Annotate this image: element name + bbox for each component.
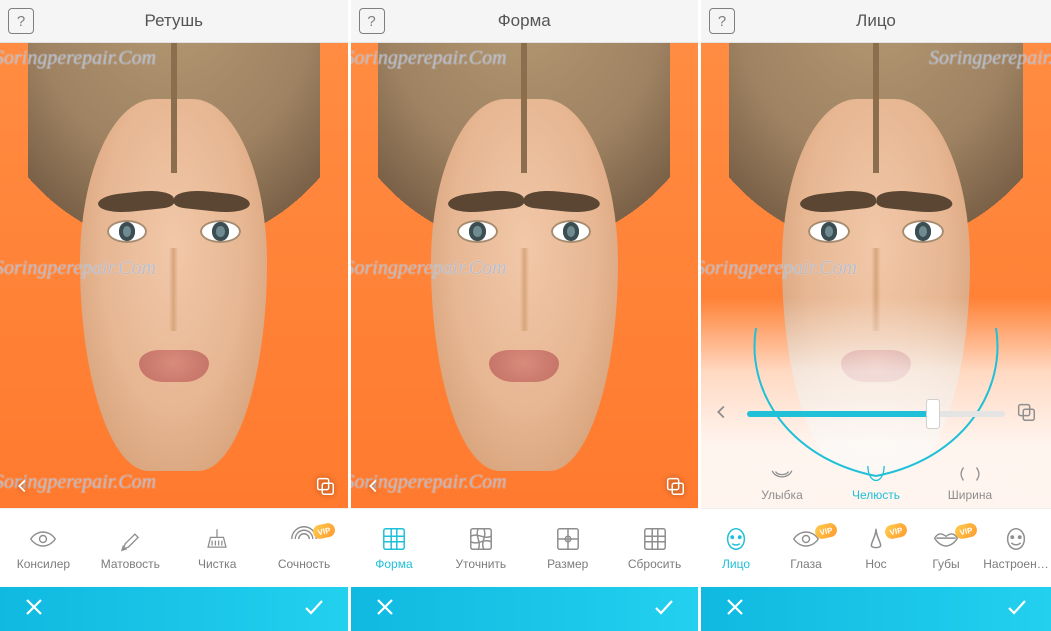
subtool-jaw[interactable]: Челюсть	[843, 463, 909, 502]
panel-face: ? Лицо Soringperepair.Com Soringperepair…	[701, 0, 1051, 631]
eye-icon	[29, 526, 57, 552]
back-arrow-icon[interactable]	[711, 401, 737, 428]
close-icon	[22, 595, 46, 619]
help-button[interactable]: ?	[359, 8, 385, 34]
mood-icon	[1002, 526, 1030, 552]
tool-label: Размер	[547, 557, 588, 571]
confirm-bar	[701, 587, 1051, 631]
slider-fill	[747, 411, 933, 417]
tool-matte[interactable]: Матовость	[95, 526, 165, 571]
panel-retouch: ? Ретушь Soringperepair.Com Soringperepa…	[0, 0, 348, 631]
grid-warp-icon	[467, 526, 495, 552]
apply-button[interactable]	[302, 595, 326, 624]
header: ? Форма	[351, 0, 699, 43]
compare-icon[interactable]	[1015, 401, 1041, 428]
header: ? Ретушь	[0, 0, 348, 43]
close-icon	[373, 595, 397, 619]
tool-concealer[interactable]: Консилер	[8, 526, 78, 571]
photo-canvas[interactable]: Soringperepair.Com Soringperepair.Com So…	[0, 43, 348, 508]
cancel-button[interactable]	[723, 595, 747, 624]
tool-label: Лицо	[722, 557, 750, 571]
photo-canvas[interactable]: Soringperepair.Com Soringperepair.Com	[701, 43, 1051, 508]
check-icon	[1005, 595, 1029, 619]
vip-badge: VIP	[954, 521, 978, 539]
brush-icon	[116, 526, 144, 552]
tool-refine[interactable]: Уточнить	[446, 526, 516, 571]
check-icon	[302, 595, 326, 619]
photo-canvas[interactable]: Soringperepair.Com Soringperepair.Com So…	[351, 43, 699, 508]
help-button[interactable]: ?	[709, 8, 735, 34]
broom-icon	[203, 526, 231, 552]
tool-lips[interactable]: VIP Губы	[911, 526, 981, 571]
face-icon	[722, 526, 750, 552]
tool-face[interactable]: Лицо	[701, 526, 771, 571]
compare-icon[interactable]	[314, 475, 336, 502]
tool-mood[interactable]: Настроен…	[981, 526, 1051, 571]
subtool-smile[interactable]: Улыбка	[749, 463, 815, 502]
slider-row	[701, 398, 1051, 430]
tool-row: Форма Уточнить Размер Сбросить	[351, 508, 699, 587]
check-icon	[652, 595, 676, 619]
canvas-overlay-nav	[351, 475, 699, 502]
app-row: ? Ретушь Soringperepair.Com Soringperepa…	[0, 0, 1051, 631]
tool-size[interactable]: Размер	[533, 526, 603, 571]
subtool-label: Улыбка	[761, 488, 803, 502]
confirm-bar	[0, 587, 348, 631]
subtool-width[interactable]: Ширина	[937, 463, 1003, 502]
grid-icon	[380, 526, 408, 552]
sub-tool-row: Улыбка Челюсть Ширина	[701, 463, 1051, 502]
apply-button[interactable]	[652, 595, 676, 624]
grid-size-icon	[554, 526, 582, 552]
tool-shape[interactable]: Форма	[359, 526, 429, 571]
intensity-slider[interactable]	[747, 411, 1005, 417]
panel-shape: ? Форма Soringperepair.Com Soringperepai…	[351, 0, 699, 631]
tool-label: Чистка	[198, 557, 236, 571]
header-title: Ретушь	[145, 11, 203, 31]
tool-label: Глаза	[790, 557, 822, 571]
help-button[interactable]: ?	[8, 8, 34, 34]
apply-button[interactable]	[1005, 595, 1029, 624]
tool-row: Лицо VIP Глаза VIP Нос VIP Губы Настроен…	[701, 508, 1051, 587]
tool-eyes[interactable]: VIP Глаза	[771, 526, 841, 571]
vip-badge: VIP	[884, 521, 908, 539]
tool-label: Сочность	[278, 557, 330, 571]
confirm-bar	[351, 587, 699, 631]
header-title: Форма	[498, 11, 551, 31]
cancel-button[interactable]	[22, 595, 46, 624]
tool-label: Уточнить	[455, 557, 506, 571]
tool-reset[interactable]: Сбросить	[620, 526, 690, 571]
tool-row: Консилер Матовость Чистка VIP Сочность	[0, 508, 348, 587]
compare-icon[interactable]	[664, 475, 686, 502]
slider-thumb[interactable]	[926, 399, 940, 429]
tool-nose[interactable]: VIP Нос	[841, 526, 911, 571]
tool-label: Нос	[865, 557, 886, 571]
tool-label: Матовость	[101, 557, 160, 571]
tool-vibrance[interactable]: VIP Сочность	[269, 526, 339, 571]
subtool-label: Челюсть	[852, 488, 900, 502]
vip-badge: VIP	[814, 521, 838, 539]
tool-label: Форма	[375, 557, 412, 571]
jaw-edit-overlay: Улыбка Челюсть Ширина	[701, 298, 1051, 508]
back-arrow-icon[interactable]	[363, 475, 385, 502]
tool-clean[interactable]: Чистка	[182, 526, 252, 571]
jaw-icon	[863, 463, 889, 485]
header-title: Лицо	[856, 11, 896, 31]
back-arrow-icon[interactable]	[12, 475, 34, 502]
close-icon	[723, 595, 747, 619]
smile-icon	[769, 463, 795, 485]
tool-label: Сбросить	[628, 557, 681, 571]
canvas-overlay-nav	[0, 475, 348, 502]
face-placeholder	[378, 43, 670, 508]
tool-label: Консилер	[17, 557, 70, 571]
tool-label: Настроен…	[983, 557, 1048, 571]
grid-reset-icon	[641, 526, 669, 552]
tool-label: Губы	[932, 557, 959, 571]
face-placeholder	[28, 43, 320, 508]
width-icon	[957, 463, 983, 485]
cancel-button[interactable]	[373, 595, 397, 624]
subtool-label: Ширина	[948, 488, 992, 502]
vip-badge: VIP	[312, 521, 336, 539]
header: ? Лицо	[701, 0, 1051, 43]
